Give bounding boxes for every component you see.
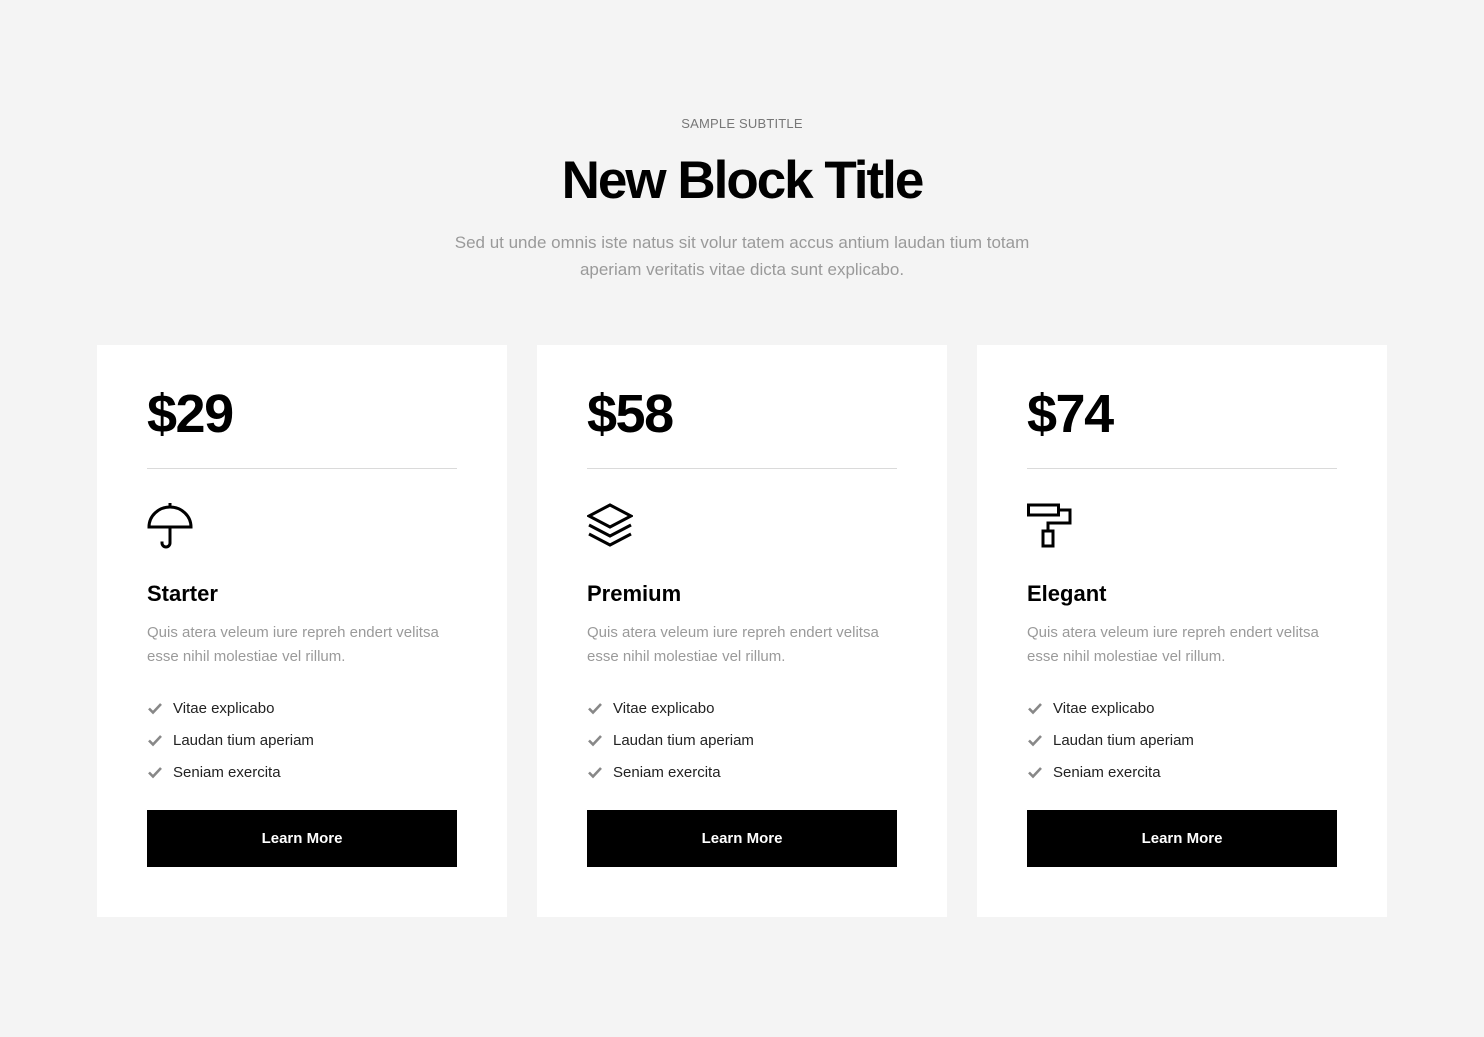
pricing-cards: $29 Starter Quis atera veleum iure repre… — [97, 345, 1387, 917]
check-icon — [148, 767, 162, 779]
feature-label: Seniam exercita — [613, 763, 721, 781]
check-icon — [588, 703, 602, 715]
umbrella-icon — [147, 501, 193, 549]
feature-label: Laudan tium aperiam — [1053, 731, 1194, 749]
layers-icon — [585, 503, 635, 549]
feature-label: Laudan tium aperiam — [613, 731, 754, 749]
feature-label: Vitae explicabo — [613, 699, 715, 717]
feature-label: Vitae explicabo — [1053, 699, 1155, 717]
feature-label: Vitae explicabo — [173, 699, 275, 717]
list-item: Vitae explicabo — [587, 692, 754, 724]
list-item: Vitae explicabo — [1027, 692, 1194, 724]
check-icon — [148, 735, 162, 747]
plan-description: Quis atera veleum iure repreh endert vel… — [1027, 624, 1319, 665]
list-item: Seniam exercita — [147, 756, 314, 788]
learn-more-button[interactable]: Learn More — [147, 810, 457, 867]
list-item: Vitae explicabo — [147, 692, 314, 724]
plan-description: Quis atera veleum iure repreh endert vel… — [587, 624, 879, 665]
pricing-card-elegant: $74 Elegant Quis atera veleum iure repre… — [977, 345, 1387, 917]
plan-name: Elegant — [1027, 581, 1107, 606]
learn-more-button[interactable]: Learn More — [587, 810, 897, 867]
divider — [1027, 468, 1337, 469]
check-icon — [588, 767, 602, 779]
plan-price: $58 — [587, 384, 674, 444]
list-item: Seniam exercita — [587, 756, 754, 788]
feature-list: Vitae explicabo Laudan tium aperiam Seni… — [1027, 692, 1194, 788]
plan-name: Starter — [147, 581, 218, 606]
feature-label: Seniam exercita — [1053, 763, 1161, 781]
divider — [147, 468, 457, 469]
pricing-card-starter: $29 Starter Quis atera veleum iure repre… — [97, 345, 507, 917]
section-subtitle: SAMPLE SUBTITLE — [681, 116, 803, 131]
plan-price: $29 — [147, 384, 234, 444]
feature-list: Vitae explicabo Laudan tium aperiam Seni… — [147, 692, 314, 788]
list-item: Laudan tium aperiam — [1027, 724, 1194, 756]
plan-price: $74 — [1027, 384, 1114, 444]
learn-more-button[interactable]: Learn More — [1027, 810, 1337, 867]
section-lead: Sed ut unde omnis iste natus sit volur t… — [454, 233, 1030, 279]
check-icon — [1028, 703, 1042, 715]
plan-name: Premium — [587, 581, 682, 606]
pricing-card-premium: $58 Premium Quis atera veleum iure repre… — [537, 345, 947, 917]
check-icon — [1028, 767, 1042, 779]
section-title: New Block Title — [561, 151, 925, 210]
feature-label: Laudan tium aperiam — [173, 731, 314, 749]
plan-description: Quis atera veleum iure repreh endert vel… — [147, 624, 439, 665]
check-icon — [588, 735, 602, 747]
paint-roller-icon — [1027, 503, 1073, 549]
list-item: Seniam exercita — [1027, 756, 1194, 788]
list-item: Laudan tium aperiam — [587, 724, 754, 756]
list-item: Laudan tium aperiam — [147, 724, 314, 756]
check-icon — [148, 703, 162, 715]
feature-label: Seniam exercita — [173, 763, 281, 781]
divider — [587, 468, 897, 469]
feature-list: Vitae explicabo Laudan tium aperiam Seni… — [587, 692, 754, 788]
check-icon — [1028, 735, 1042, 747]
